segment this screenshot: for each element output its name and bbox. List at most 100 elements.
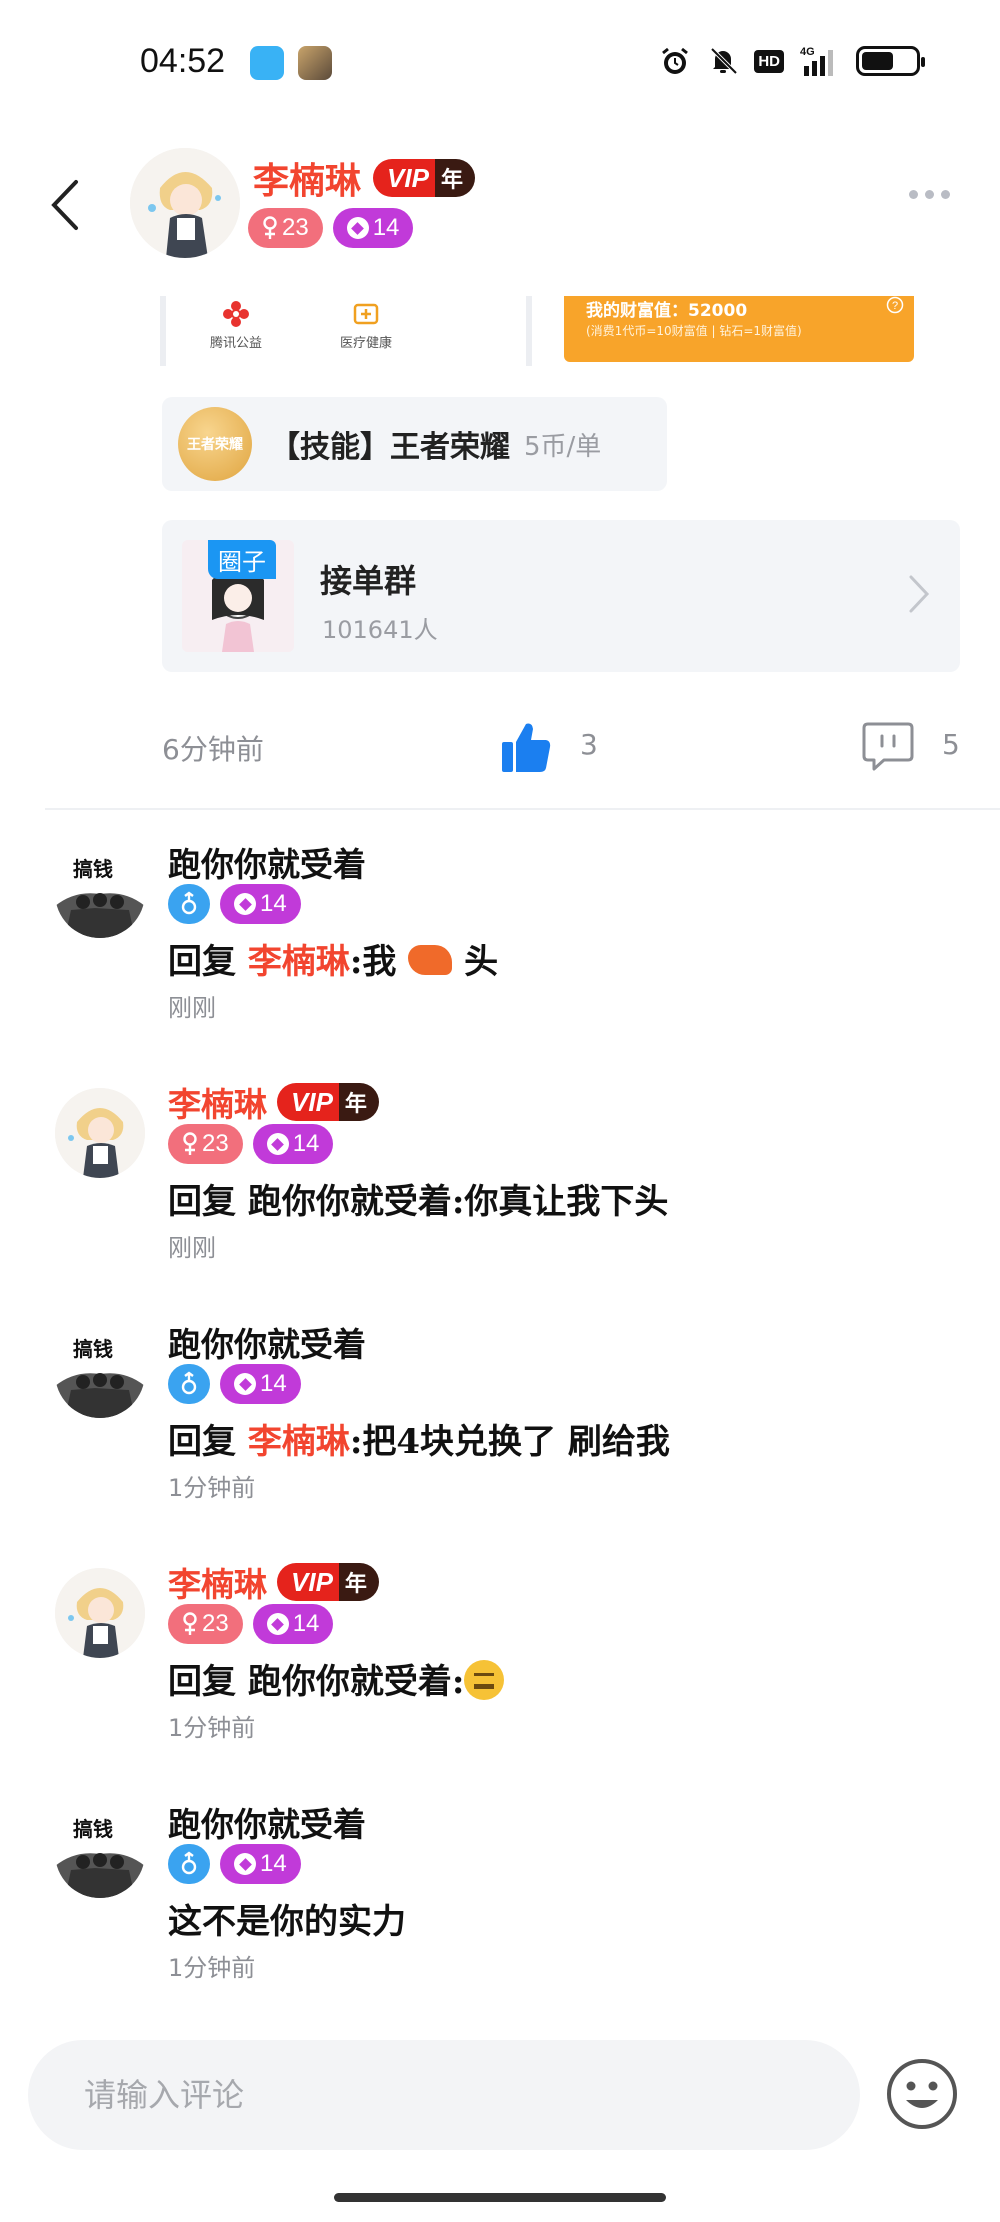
female-icon [263, 216, 277, 239]
diamond-icon [266, 1613, 289, 1635]
level-badge: 14 [220, 884, 301, 924]
comment-time: 1分钟前 [168, 1714, 256, 1742]
vip-badge: VIP 年 [277, 1083, 379, 1121]
comment-time: 1分钟前 [168, 1474, 256, 1502]
reply-target[interactable]: 李楠琳 [248, 942, 350, 982]
female-icon [183, 1132, 197, 1155]
avatar[interactable] [55, 1568, 145, 1658]
comment-item: 搞钱 跑你你就受着 14 这不是你的实力 1分钟前 [0, 1798, 1000, 1998]
more-options-button[interactable] [909, 190, 950, 199]
group-name: 接单群 [320, 562, 417, 600]
comment-author[interactable]: 跑你你就受着 [168, 838, 366, 886]
flower-icon [223, 301, 249, 327]
app-notification-icon [250, 46, 284, 80]
male-icon [181, 1851, 197, 1875]
female-icon [183, 1612, 197, 1635]
level-badge: 14 [220, 1364, 301, 1404]
avatar[interactable]: 搞钱 [55, 848, 145, 938]
comment-icon[interactable] [862, 720, 914, 772]
emoji-smile-icon[interactable] [886, 2058, 958, 2130]
gender-badge [168, 1844, 210, 1884]
medical-icon [353, 303, 379, 325]
group-member-count: 101641人 [322, 616, 438, 644]
comment-author[interactable]: 李楠琳 [168, 1078, 267, 1126]
avatar[interactable] [55, 1088, 145, 1178]
home-indicator [334, 2193, 666, 2202]
age-gender-badge: 23 [168, 1604, 243, 1644]
profile-header: 李楠琳 VIP 年 23 14 [0, 130, 1000, 280]
comment-time: 刚刚 [168, 994, 216, 1022]
comment-item: 李楠琳 VIP 年 23 14 回复 跑你你就受着:你真让我下头 刚刚 [0, 1078, 1000, 1278]
group-card[interactable]: 圈子 接单群 101641人 [162, 520, 960, 672]
diamond-icon [266, 1133, 289, 1155]
comment-item: 李楠琳 VIP 年 23 14 回复 跑你你就受着: 1分钟前 [0, 1558, 1000, 1758]
comment-author[interactable]: 李楠琳 [168, 1558, 267, 1606]
level-badge: 14 [252, 1124, 334, 1164]
charity-label: 腾讯公益 [209, 336, 262, 351]
vip-label: VIP [277, 1083, 339, 1121]
level-value: 14 [260, 1850, 287, 1877]
level-badge: 14 [332, 208, 414, 248]
reply-prefix: 回复 [168, 1662, 248, 1702]
profile-name[interactable]: 李楠琳 [253, 152, 361, 204]
reply-target[interactable]: 李楠琳 [248, 1422, 350, 1462]
gender-badge [168, 1364, 210, 1404]
comment-text-part: :把4块兑换了 刷给我 [349, 1422, 670, 1462]
comment-author[interactable]: 跑你你就受着 [168, 1318, 366, 1366]
back-button[interactable] [40, 170, 90, 240]
help-icon[interactable]: ? [886, 296, 904, 314]
post-stats: 6分钟前 3 5 [0, 720, 1000, 780]
male-icon [181, 891, 197, 915]
comment-input[interactable] [28, 2040, 860, 2150]
reply-target[interactable]: 跑你你就受着 [248, 1182, 452, 1222]
vip-term-label: 年 [434, 159, 475, 197]
like-count: 3 [580, 728, 598, 761]
gender-badge [168, 884, 210, 924]
signal-icon: 4G [798, 44, 842, 78]
reply-prefix: 回复 [168, 942, 248, 982]
comment-author[interactable]: 跑你你就受着 [168, 1798, 366, 1846]
diamond-icon [234, 1853, 256, 1875]
health-label: 医疗健康 [339, 336, 392, 351]
reply-prefix: 回复 [168, 1182, 248, 1222]
health-item[interactable]: 医疗健康 [316, 300, 416, 351]
charity-item[interactable]: 腾讯公益 [186, 300, 286, 351]
comment-text: 回复 跑你你就受着:你真让我下头 [168, 1174, 668, 1223]
dot-icon [909, 190, 918, 199]
comment-time: 1分钟前 [168, 1954, 256, 1982]
game-skill-icon: 王者荣耀 [178, 407, 252, 481]
vip-label: VIP [277, 1563, 339, 1601]
comment-text-part: 头 [464, 942, 499, 982]
vip-badge: VIP 年 [277, 1563, 379, 1601]
post-time: 6分钟前 [162, 733, 264, 766]
avatar-tag-text: 搞钱 [73, 857, 113, 881]
level-value: 14 [292, 1610, 320, 1637]
comment-time: 刚刚 [168, 1234, 216, 1262]
male-icon [181, 1371, 197, 1395]
mute-bell-icon [706, 44, 740, 78]
comment-text-part: : [451, 1662, 465, 1702]
level-value: 14 [260, 890, 287, 917]
battery-icon [856, 46, 925, 76]
avatar[interactable]: 搞钱 [55, 1808, 145, 1898]
skill-price: 5币/单 [524, 431, 602, 462]
vip-term-label: 年 [338, 1083, 379, 1121]
reply-target[interactable]: 跑你你就受着 [248, 1662, 452, 1702]
comment-text: 回复 跑你你就受着: [168, 1654, 505, 1704]
avatar-tag-text: 搞钱 [73, 1337, 113, 1361]
avatar[interactable]: 搞钱 [55, 1328, 145, 1418]
vip-label: VIP [373, 159, 435, 197]
comment-text-part: :你真让我下头 [451, 1182, 669, 1222]
wealth-title: 我的财富值：52000 [586, 301, 748, 321]
comment-item: 搞钱 跑你你就受着 14 回复 李楠琳:我 头 刚刚 [0, 838, 1000, 1038]
comment-count: 5 [942, 728, 960, 761]
thumbs-up-icon[interactable] [500, 720, 552, 774]
skill-card[interactable]: 王者荣耀 【技能】王者荣耀 5币/单 [162, 397, 667, 491]
neutral-face-emoji-icon [464, 1660, 505, 1700]
avatar[interactable] [130, 148, 240, 258]
diamond-icon [346, 217, 369, 239]
svg-text:4G: 4G [800, 46, 815, 58]
wealth-card[interactable]: 我的财富值：52000 (消费1代币=10财富值 | 钻石=1财富值) ? [564, 296, 914, 362]
hd-icon: HD [754, 49, 784, 73]
svg-text:?: ? [892, 300, 898, 312]
